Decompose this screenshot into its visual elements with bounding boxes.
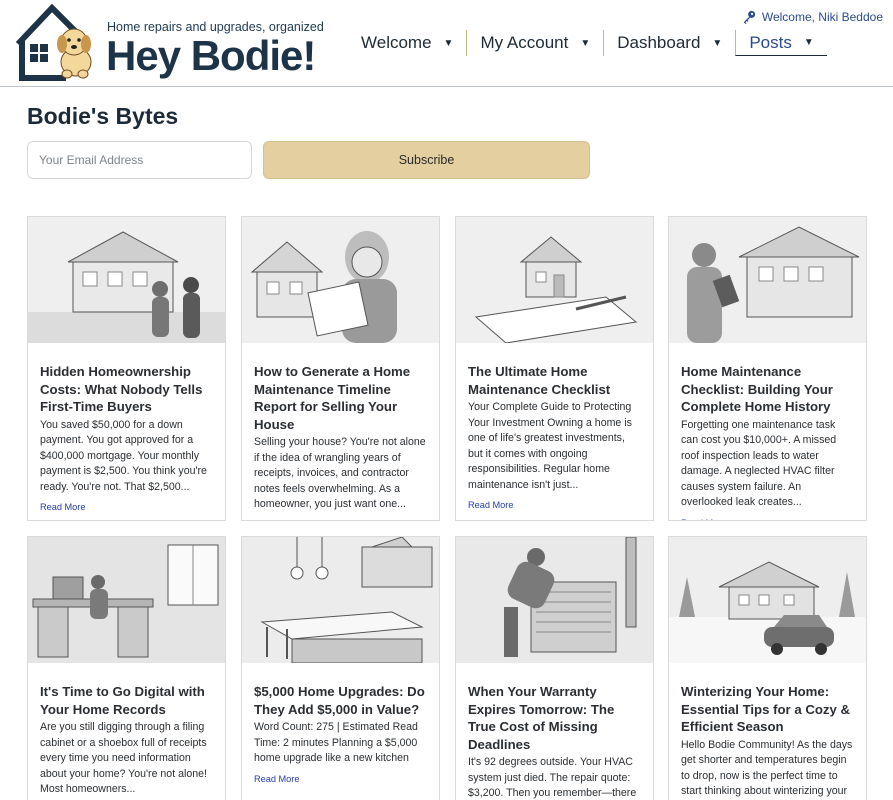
caret-down-icon: ▼	[443, 37, 454, 49]
post-thumbnail-image[interactable]	[456, 217, 653, 344]
post-thumbnail-image[interactable]	[242, 217, 439, 343]
site-logo[interactable]: Home repairs and upgrades, organized Hey…	[14, 4, 324, 82]
post-title[interactable]: The Ultimate Home Maintenance Checklist	[468, 363, 641, 398]
post-card[interactable]: Home Maintenance Checklist: Building You…	[668, 216, 867, 521]
post-thumbnail-image[interactable]	[669, 217, 866, 343]
post-title[interactable]: $5,000 Home Upgrades: Do They Add $5,000…	[254, 683, 427, 718]
nav-posts[interactable]: Posts ▼	[735, 30, 827, 56]
key-icon	[743, 10, 755, 24]
post-thumbnail-image[interactable]	[669, 537, 866, 663]
brand-name: Hey Bodie!	[106, 32, 316, 79]
nav-welcome[interactable]: Welcome ▼	[348, 30, 466, 56]
post-title[interactable]: How to Generate a Home Maintenance Timel…	[254, 363, 427, 433]
post-excerpt: Word Count: 275 | Estimated Read Time: 2…	[254, 721, 418, 764]
main-nav: Welcome ▼ My Account ▼ Dashboard ▼ Posts…	[348, 30, 827, 56]
read-more-link[interactable]: Read More	[254, 774, 299, 784]
post-excerpt: Selling your house? You're not alone if …	[254, 436, 426, 510]
nav-welcome-label: Welcome	[361, 33, 432, 52]
house-logo-icon	[15, 4, 92, 81]
post-title[interactable]: Hidden Homeownership Costs: What Nobody …	[40, 363, 213, 416]
nav-dashboard[interactable]: Dashboard ▼	[603, 30, 735, 56]
post-card[interactable]: How to Generate a Home Maintenance Timel…	[241, 216, 440, 521]
post-excerpt: Forgetting one maintenance task can cost…	[681, 418, 837, 509]
post-card[interactable]: When Your Warranty Expires Tomorrow: The…	[455, 536, 654, 800]
caret-down-icon: ▼	[712, 37, 723, 49]
post-excerpt: Are you still digging through a filing c…	[40, 721, 207, 795]
post-excerpt: Your Complete Guide to Protecting Your I…	[468, 401, 632, 491]
caret-down-icon: ▼	[580, 37, 591, 49]
email-input[interactable]	[27, 141, 252, 179]
post-thumbnail-image[interactable]	[456, 537, 653, 663]
post-excerpt: Hello Bodie Community! As the days get s…	[681, 738, 853, 798]
post-thumbnail-image[interactable]	[242, 537, 439, 664]
post-card[interactable]: $5,000 Home Upgrades: Do They Add $5,000…	[241, 536, 440, 800]
post-card[interactable]: The Ultimate Home Maintenance Checklist …	[455, 216, 654, 521]
subscribe-button[interactable]: Subscribe	[263, 141, 590, 179]
nav-dashboard-label: Dashboard	[617, 33, 701, 52]
welcome-text: Welcome, Niki Beddoe	[761, 10, 883, 24]
post-title[interactable]: It's Time to Go Digital with Your Home R…	[40, 683, 213, 718]
post-title[interactable]: Winterizing Your Home: Essential Tips fo…	[681, 683, 854, 736]
site-header: Home repairs and upgrades, organized Hey…	[0, 0, 893, 87]
post-thumbnail-image[interactable]	[28, 537, 225, 663]
page-title: Bodie's Bytes	[27, 103, 179, 129]
post-card-body: $5,000 Home Upgrades: Do They Add $5,000…	[242, 683, 439, 786]
nav-my-account-label: My Account	[480, 33, 569, 52]
post-title[interactable]: When Your Warranty Expires Tomorrow: The…	[468, 683, 641, 753]
nav-posts-label: Posts	[749, 32, 792, 52]
read-more-link[interactable]: Read More	[468, 500, 513, 510]
caret-down-icon: ▼	[803, 37, 814, 48]
nav-my-account[interactable]: My Account ▼	[466, 30, 603, 56]
post-excerpt: You saved $50,000 for a down payment. Yo…	[40, 418, 207, 493]
read-more-link[interactable]: Read More	[254, 520, 299, 521]
post-card-body: The Ultimate Home Maintenance Checklist …	[456, 363, 653, 512]
post-card[interactable]: Hidden Homeownership Costs: What Nobody …	[27, 216, 226, 521]
post-thumbnail-image[interactable]	[28, 217, 225, 343]
post-card-body: Winterizing Your Home: Essential Tips fo…	[669, 683, 866, 800]
read-more-link[interactable]: Read More	[40, 502, 85, 512]
post-card[interactable]: Winterizing Your Home: Essential Tips fo…	[668, 536, 867, 800]
read-more-link[interactable]: Read More	[681, 518, 726, 521]
post-card-body: Hidden Homeownership Costs: What Nobody …	[28, 363, 225, 514]
post-card-body: How to Generate a Home Maintenance Timel…	[242, 363, 439, 521]
post-card-body: It's Time to Go Digital with Your Home R…	[28, 683, 225, 800]
post-title[interactable]: Home Maintenance Checklist: Building You…	[681, 363, 854, 416]
post-card-body: Home Maintenance Checklist: Building You…	[669, 363, 866, 521]
post-excerpt: It's 92 degrees outside. Your HVAC syste…	[468, 756, 637, 799]
post-card[interactable]: It's Time to Go Digital with Your Home R…	[27, 536, 226, 800]
welcome-user[interactable]: Welcome, Niki Beddoe	[742, 10, 883, 24]
post-card-body: When Your Warranty Expires Tomorrow: The…	[456, 683, 653, 800]
